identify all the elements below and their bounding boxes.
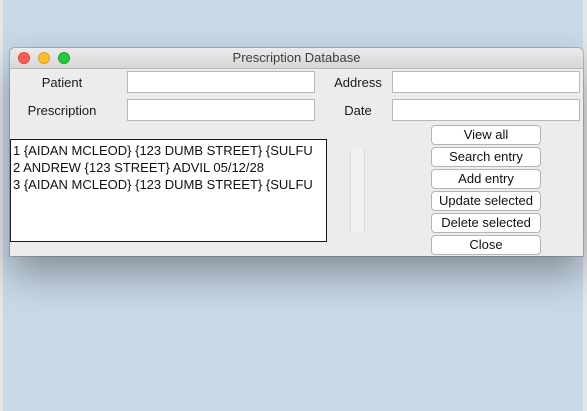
close-button[interactable]: Close: [431, 235, 541, 255]
date-input[interactable]: [392, 99, 580, 121]
date-label: Date: [344, 103, 372, 118]
patient-label: Patient: [41, 75, 83, 90]
delete-selected-button[interactable]: Delete selected: [431, 213, 541, 233]
address-label: Address: [334, 75, 382, 90]
prescription-window: Prescription Database Patient Address Pr…: [10, 48, 583, 256]
prescription-input[interactable]: [127, 99, 315, 121]
patient-input[interactable]: [127, 71, 315, 93]
title-bar[interactable]: Prescription Database: [10, 48, 583, 69]
list-item[interactable]: 3 {AIDAN MCLEOD} {123 DUMB STREET} {SULF…: [13, 176, 326, 193]
prescription-listbox[interactable]: 1 {AIDAN MCLEOD} {123 DUMB STREET} {SULF…: [10, 139, 327, 242]
desktop-edge-left: [0, 0, 3, 411]
zoom-window-icon[interactable]: [58, 52, 70, 64]
prescription-label: Prescription: [27, 103, 97, 118]
view-all-button[interactable]: View all: [431, 125, 541, 145]
list-item[interactable]: 1 {AIDAN MCLEOD} {123 DUMB STREET} {SULF…: [13, 142, 326, 159]
close-window-icon[interactable]: [18, 52, 30, 64]
list-item[interactable]: 2 ANDREW {123 STREET} ADVIL 05/12/28: [13, 159, 326, 176]
window-title: Prescription Database: [232, 50, 361, 65]
address-input[interactable]: [392, 71, 580, 93]
list-scrollbar[interactable]: [350, 149, 365, 232]
update-selected-button[interactable]: Update selected: [431, 191, 541, 211]
minimize-window-icon[interactable]: [38, 52, 50, 64]
add-entry-button[interactable]: Add entry: [431, 169, 541, 189]
desktop-edge-right: [583, 0, 587, 411]
search-entry-button[interactable]: Search entry: [431, 147, 541, 167]
